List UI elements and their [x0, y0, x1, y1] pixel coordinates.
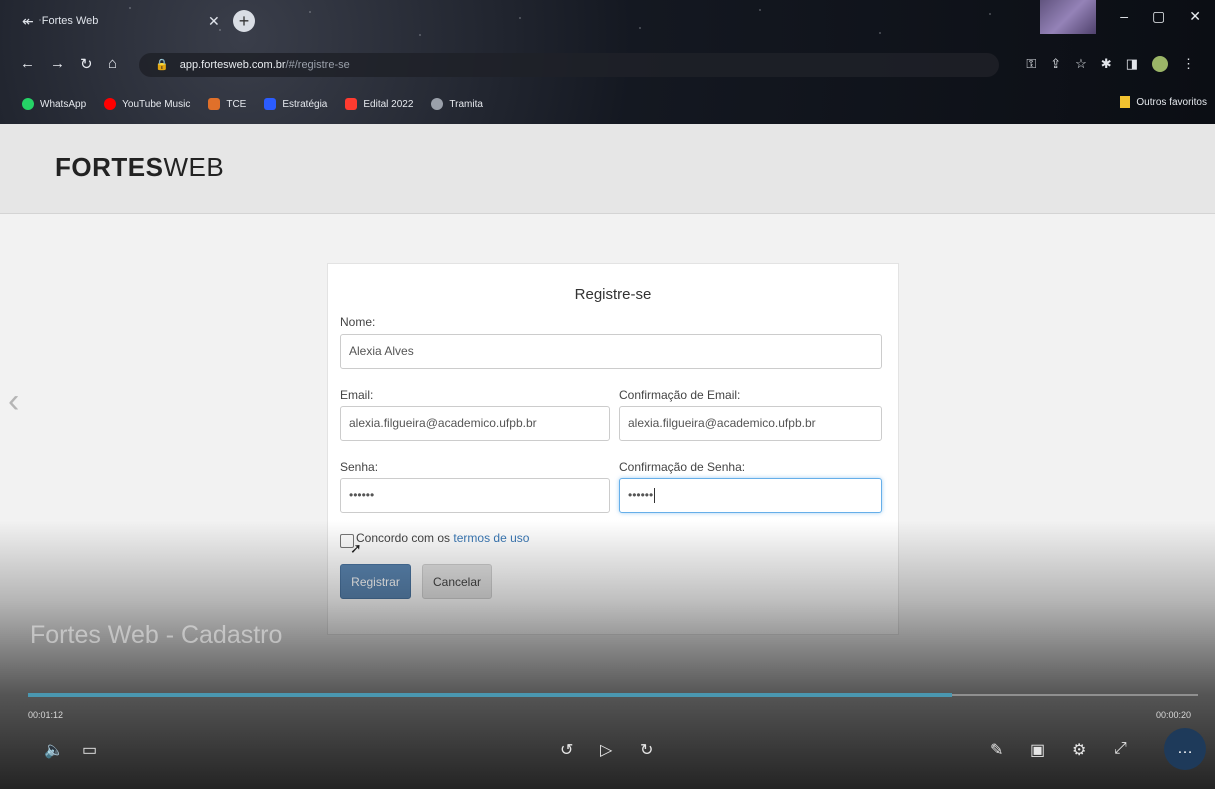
bookmark-item[interactable]: Edital 2022 — [345, 98, 413, 110]
lock-icon: 🔒 — [155, 59, 169, 71]
share-icon[interactable]: ⇪ — [1050, 56, 1061, 72]
new-tab-icon[interactable]: + — [233, 10, 255, 32]
globe-icon — [431, 98, 444, 110]
password-input[interactable]: •••••• — [340, 478, 610, 513]
menu-icon[interactable]: ⋮ — [1182, 56, 1195, 72]
email-label: Email: — [340, 388, 374, 402]
bookmark-item[interactable]: TCE — [208, 98, 246, 110]
form-title: Registre-se — [574, 286, 652, 303]
mouse-pointer-icon: ➚ — [350, 540, 362, 556]
remaining-time: 00:00:20 — [1156, 710, 1192, 720]
folder-icon — [1120, 96, 1131, 108]
web-page: FORTESWEB ‹ Registre-se Nome: Alexia Alv… — [0, 124, 1215, 789]
address-bar-row: ← → ↻ ⌂ 🔒 app.fortesweb.com.br/#/registr… — [0, 46, 1215, 82]
chat-bubble-icon[interactable]: … — [1164, 728, 1206, 770]
video-title: Fortes Web - Cadastro — [30, 621, 283, 649]
bookmark-item[interactable]: YouTube Music — [104, 98, 190, 110]
password-label: Senha: — [340, 460, 379, 474]
star-icon[interactable]: ☆ — [1075, 56, 1087, 72]
back-icon[interactable]: ← — [20, 55, 35, 72]
whatsapp-icon — [22, 98, 34, 110]
rewind-icon[interactable]: ↺ — [560, 740, 573, 760]
email-confirm-input[interactable]: alexia.filgueira@academico.ufpb.br — [619, 406, 882, 441]
browser-chrome: ↞ Fortes Web ✕ + – ▢ ✕ ← → ↻ ⌂ 🔒 app.for… — [0, 0, 1215, 124]
terms-text: Concordo com os termos de uso — [356, 531, 530, 545]
play-icon[interactable]: ▷ — [600, 740, 612, 760]
pencil-icon[interactable]: ✎ — [990, 740, 1003, 760]
fullscreen-icon[interactable]: ⤢ — [1114, 740, 1127, 758]
email-input[interactable]: alexia.filgueira@academico.ufpb.br — [340, 406, 610, 441]
forward-icon[interactable]: → — [50, 55, 65, 72]
password-confirm-label: Confirmação de Senha: — [619, 460, 746, 474]
tab-title: Fortes Web — [41, 15, 99, 27]
text-caret — [654, 488, 656, 504]
settings-icon[interactable]: ⚙ — [1072, 740, 1086, 760]
close-window-icon[interactable]: ✕ — [1189, 8, 1201, 25]
password-confirm-input[interactable]: •••••• — [619, 478, 882, 513]
cancel-button[interactable]: Cancelar — [422, 564, 492, 599]
elapsed-time: 00:01:12 — [28, 710, 64, 720]
browser-tab[interactable]: ↞ Fortes Web ✕ — [22, 6, 222, 36]
maximize-icon[interactable]: ▢ — [1152, 8, 1165, 25]
profile-avatar-icon[interactable] — [1152, 56, 1168, 72]
bookmark-item[interactable]: Tramita — [431, 98, 483, 110]
bookmark-item[interactable]: Estratégia — [264, 98, 327, 110]
tab-close-icon[interactable]: ✕ — [208, 13, 220, 30]
progress-fill — [28, 693, 953, 697]
register-button[interactable]: Registrar — [340, 564, 411, 599]
register-card: Registre-se Nome: Alexia Alves Email: al… — [327, 263, 899, 635]
password-confirm-value: •••••• — [628, 488, 654, 502]
site-header: FORTESWEB — [0, 124, 1215, 214]
toolbar-icons: ⚿ ⇪ ☆ ✱ ◨ ⋮ — [1026, 56, 1195, 72]
reload-icon[interactable]: ↻ — [80, 55, 93, 73]
password-value: •••••• — [349, 488, 375, 502]
estrategia-icon — [264, 98, 277, 110]
terms-link[interactable]: termos de uso — [453, 531, 529, 545]
bookmark-item[interactable]: WhatsApp — [22, 98, 86, 110]
minimize-icon[interactable]: – — [1120, 8, 1128, 25]
bookmarks-bar: WhatsApp YouTube Music TCE Estratégia Ed… — [0, 88, 1215, 120]
other-bookmarks[interactable]: Outros favoritos — [1120, 96, 1207, 108]
url-domain: app.fortesweb.com.br — [179, 59, 286, 71]
tce-icon — [208, 98, 221, 110]
tab-favicon-icon: ↞ — [22, 12, 34, 29]
sidebar-icon[interactable]: ◨ — [1126, 56, 1138, 72]
email-confirm-label: Confirmação de Email: — [619, 388, 741, 402]
site-logo[interactable]: FORTESWEB — [55, 152, 224, 183]
volume-icon[interactable]: 🔈 — [44, 740, 64, 760]
previous-slide-icon[interactable]: ‹ — [8, 382, 19, 421]
picture-in-picture-icon[interactable]: ▣ — [1030, 740, 1045, 760]
tab-bar: ↞ Fortes Web ✕ + – ▢ ✕ — [0, 0, 1215, 46]
home-icon[interactable]: ⌂ — [108, 55, 117, 72]
forward-skip-icon[interactable]: ↻ — [640, 740, 653, 760]
name-input[interactable]: Alexia Alves — [340, 334, 882, 369]
extensions-icon[interactable]: ✱ — [1101, 56, 1112, 72]
progress-bar[interactable] — [28, 693, 1198, 697]
window-controls: – ▢ ✕ — [1120, 8, 1201, 25]
url-field[interactable]: 🔒 app.fortesweb.com.br/#/registre-se — [139, 53, 999, 77]
key-icon[interactable]: ⚿ — [1026, 56, 1036, 72]
url-path: /#/registre-se — [285, 59, 350, 71]
pdf-icon — [345, 98, 358, 110]
youtube-music-icon — [104, 98, 117, 110]
name-label: Nome: — [340, 315, 376, 329]
captions-icon[interactable]: ▭ — [82, 740, 97, 760]
